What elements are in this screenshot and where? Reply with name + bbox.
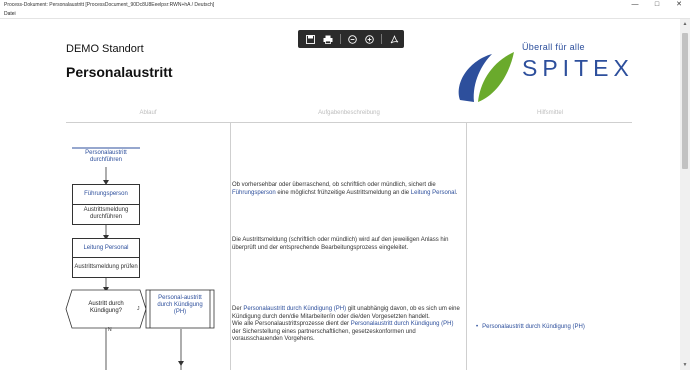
aid-link-personalaustritt[interactable]: Personalaustritt durch Kündigung (PH)	[476, 324, 585, 330]
zoom-out-icon[interactable]	[346, 32, 360, 46]
link-fuehrungsperson[interactable]: Führungsperson	[232, 190, 276, 196]
link-personalaustritt-kuendigung[interactable]: Personalaustritt durch Kündigung (PH)	[243, 306, 346, 312]
flow-decision[interactable]: Austritt durch Kündigung?	[76, 301, 136, 315]
pdf-icon[interactable]	[387, 32, 401, 46]
document-view: DEMO Standort Personalaustritt Überall f…	[0, 19, 680, 370]
description-1: Ob vorhersehbar oder überraschend, ob sc…	[232, 182, 462, 197]
desc-text: eine möglichst frühzeitige Austrittsmeld…	[275, 189, 411, 196]
scroll-down-icon[interactable]: ▼	[680, 360, 690, 370]
link-leitung-personal[interactable]: Leitung Personal	[411, 190, 456, 196]
flow-task-label: Austrittsmeldung prüfen	[74, 263, 138, 270]
flow-role-label: Führungsperson	[73, 185, 139, 205]
toolbar-separator	[339, 34, 341, 44]
flow-box-leitung-personal[interactable]: Leitung Personal Austrittsmeldung prüfen	[72, 238, 140, 278]
toolbar-separator	[381, 34, 383, 44]
flow-role-label: Leitung Personal	[73, 239, 139, 258]
close-button[interactable]: ✕	[668, 0, 690, 10]
desc-text: Wie alle Personalaustrittsprozesse dient…	[232, 321, 351, 327]
save-icon[interactable]	[304, 32, 318, 46]
zoom-in-icon[interactable]	[362, 32, 376, 46]
menu-datei[interactable]: Datei	[4, 11, 16, 17]
flow-start-label[interactable]: Personalaustritt durchführen	[70, 150, 142, 164]
description-3: Der Personalaustritt durch Kündigung (PH…	[232, 306, 462, 344]
flow-no-label: N	[108, 327, 112, 333]
vertical-scrollbar[interactable]: ▲ ▼	[680, 19, 690, 370]
desc-text: der Sicherstellung eines partnerschaftli…	[232, 328, 416, 343]
flow-box-fuehrungsperson[interactable]: Führungsperson Austrittsmeldung durchfüh…	[72, 184, 140, 225]
scroll-up-icon[interactable]: ▲	[680, 19, 690, 29]
minimize-button[interactable]: —	[624, 0, 646, 10]
desc-text: Ob vorhersehbar oder überraschend, ob sc…	[232, 182, 436, 188]
flow-yes-label: J	[137, 306, 140, 312]
desc-text: Der	[232, 306, 244, 312]
menubar: Datei	[0, 10, 690, 19]
desc-text: .	[455, 189, 458, 196]
scroll-thumb[interactable]	[682, 33, 688, 169]
print-icon[interactable]	[321, 32, 335, 46]
flow-subprocess[interactable]: Personal-austritt durch Kündigung (PH)	[152, 295, 208, 316]
window-controls: — □ ✕	[624, 0, 690, 10]
window-title: Process-Dokument: Personalaustritt [Proc…	[0, 0, 690, 10]
app-window: Process-Dokument: Personalaustritt [Proc…	[0, 0, 690, 370]
link-personalaustritt-kuendigung-2[interactable]: Personalaustritt durch Kündigung (PH)	[351, 321, 454, 327]
description-2: Die Austrittsmeldung (schriftlich oder m…	[232, 237, 449, 251]
flow-task-label: Austrittsmeldung durchführen	[83, 207, 129, 221]
maximize-button[interactable]: □	[646, 0, 668, 10]
floating-toolbar	[298, 30, 404, 48]
